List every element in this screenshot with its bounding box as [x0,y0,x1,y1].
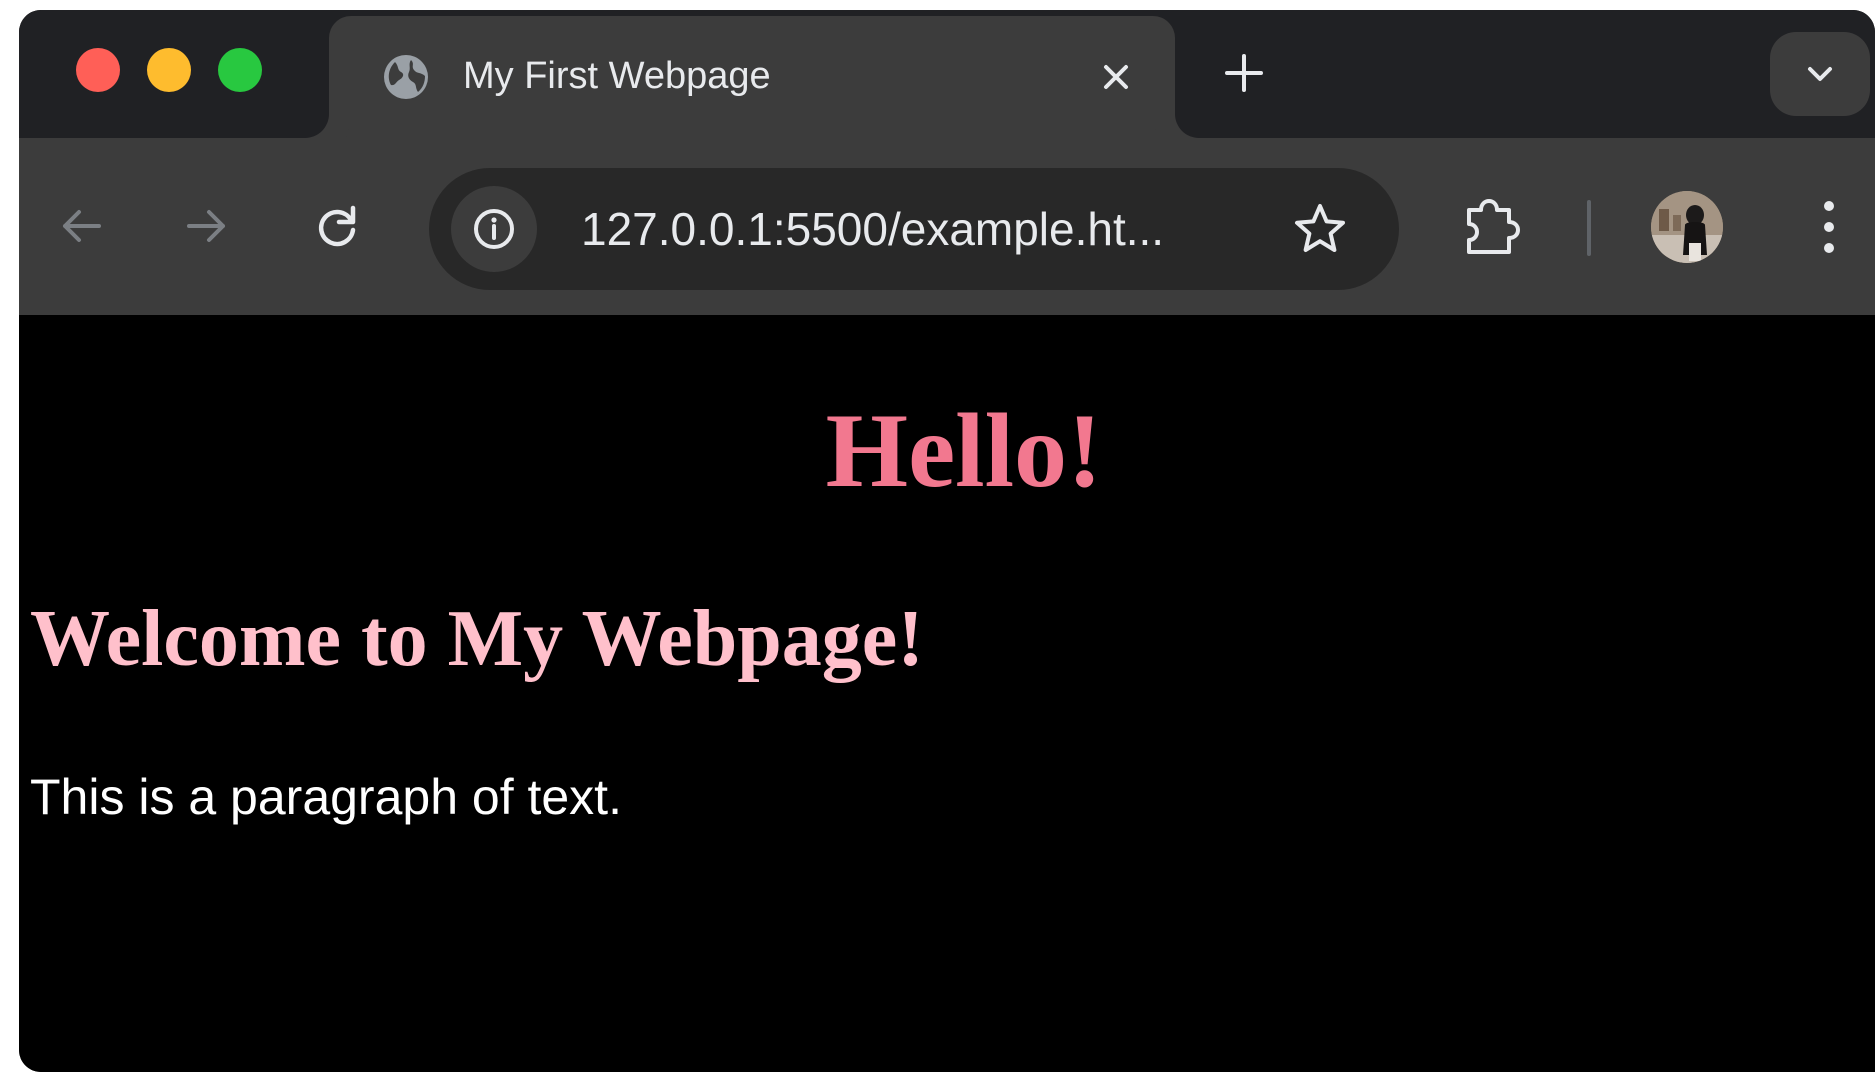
avatar[interactable] [1651,191,1723,263]
page-heading: Hello! [825,392,1103,509]
url-text[interactable]: 127.0.0.1:5500/example.ht... [581,200,1164,258]
page-content: Hello! Welcome to My Webpage! This is a … [19,315,1875,1072]
profile-photo [1651,191,1723,263]
arrow-right-icon[interactable] [181,200,233,252]
maximize-window-button[interactable] [218,48,262,92]
tab-search-button[interactable] [1770,32,1870,116]
tab-strip: My First Webpage [19,10,1875,138]
page-paragraph: This is a paragraph of text. [30,769,622,825]
browser-window: My First Webpage 127.0.0.1:5500/example.… [19,10,1875,1072]
address-bar[interactable]: 127.0.0.1:5500/example.ht... [429,168,1399,290]
site-info-button[interactable] [451,186,537,272]
plus-icon[interactable] [1219,48,1269,98]
arrow-left-icon[interactable] [55,200,107,252]
chevron-down-icon [1808,67,1832,81]
toolbar: 127.0.0.1:5500/example.ht... [19,138,1875,315]
tab-title: My First Webpage [463,55,771,97]
close-icon[interactable] [1091,52,1141,102]
info-icon [474,209,514,249]
puzzle-icon[interactable] [1461,196,1523,258]
reload-icon[interactable] [311,200,363,252]
globe-icon [384,55,428,99]
star-icon[interactable] [1291,200,1349,258]
toolbar-divider [1587,200,1591,256]
active-tab[interactable]: My First Webpage [329,16,1175,138]
page-subheading: Welcome to My Webpage! [30,595,924,683]
minimize-window-button[interactable] [147,48,191,92]
kebab-menu-icon[interactable] [1809,196,1849,258]
close-window-button[interactable] [76,48,120,92]
